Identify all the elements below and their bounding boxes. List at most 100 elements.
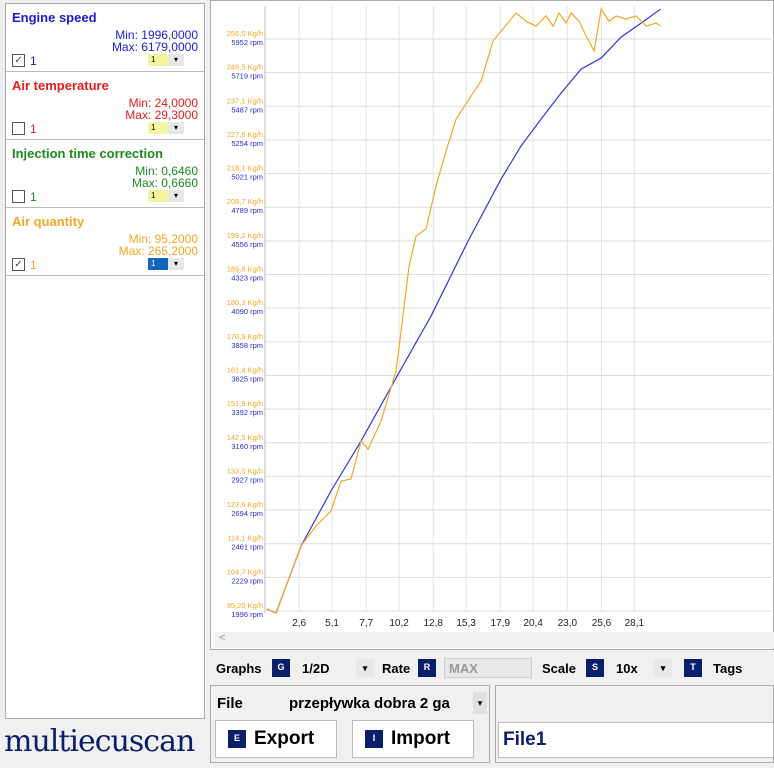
scale-select[interactable]: 10x — [616, 661, 638, 676]
channel-number: 1 — [30, 258, 37, 272]
chart-panel: 95,20 Kg/h 1996 rpm 104,7 Kg/h 2229 rpm 114,… — [210, 0, 774, 650]
channel-1: Air temperature Min: 24,0000 Max: 29,3000… — [6, 72, 204, 140]
y-tick-rpm: 4556 rpm — [231, 240, 263, 249]
y-tick-rpm: 3858 rpm — [231, 341, 263, 350]
y-tick-rpm: 4323 rpm — [231, 274, 263, 283]
channel-3: Air quantity Min: 95,2000 Max: 265,2000 ✓… — [6, 208, 204, 276]
rate-key[interactable]: R — [418, 659, 436, 677]
channel-max: Max: 29,3000 — [125, 108, 198, 122]
chevron-down-icon: ▾ — [168, 258, 184, 270]
y-tick-rpm: 3392 rpm — [231, 408, 263, 417]
channel-checkbox[interactable]: ✓ — [12, 258, 25, 271]
x-tick-label: 5,1 — [325, 618, 339, 629]
channel-name: Air temperature — [12, 78, 109, 93]
y-tick-rpm: 2229 rpm — [231, 576, 263, 585]
scroll-left-arrow[interactable]: < — [219, 632, 225, 644]
channel-name: Engine speed — [12, 10, 97, 25]
y-tick-kgh: 218,1 Kg/h — [227, 164, 263, 173]
y-tick-kgh: 227,6 Kg/h — [227, 130, 263, 139]
x-tick-label: 2,6 — [292, 618, 306, 629]
file-select[interactable]: przepływka dobra 2 ga — [289, 695, 471, 712]
y-tick-kgh: 142,5 Kg/h — [227, 433, 263, 442]
y-tick-rpm: 2927 rpm — [231, 475, 263, 484]
channel-number: 1 — [30, 122, 37, 136]
y-tick-kgh: 237,1 Kg/h — [227, 96, 263, 105]
channel-number: 1 — [30, 190, 37, 204]
y-tick-kgh: 189,8 Kg/h — [227, 265, 263, 274]
x-tick-label: 17,9 — [491, 618, 511, 629]
channel-select[interactable]: 1 ▾ — [148, 122, 188, 134]
y-tick-kgh: 199,2 Kg/h — [227, 231, 263, 240]
channel-checkbox[interactable] — [12, 122, 25, 135]
x-tick-label: 28,1 — [625, 618, 645, 629]
tags-label[interactable]: Tags — [713, 661, 742, 676]
graphs-dropdown-arrow[interactable]: ▾ — [356, 659, 374, 677]
x-tick-label: 25,6 — [592, 618, 612, 629]
channel-select-value: 1 — [148, 258, 168, 270]
x-tick-label: 12,8 — [424, 618, 444, 629]
y-tick-kgh: 256,0 Kg/h — [227, 29, 263, 38]
y-tick-rpm: 3160 rpm — [231, 442, 263, 451]
export-button[interactable]: E Export — [215, 720, 337, 758]
chart: 95,20 Kg/h1996 rpm 104,7 Kg/h2229 rpm 114,… — [227, 6, 774, 629]
x-tick-label: 7,7 — [359, 618, 373, 629]
y-tick-rpm: 4090 rpm — [231, 307, 263, 316]
y-tick-rpm: 3625 rpm — [231, 374, 263, 383]
import-button[interactable]: I Import — [352, 720, 474, 758]
y-tick-rpm: 5952 rpm — [231, 38, 263, 47]
channel-max: Max: 6179,0000 — [111, 40, 198, 54]
channel-select-value: 1 — [148, 190, 168, 202]
scale-dropdown-arrow[interactable]: ▾ — [654, 659, 672, 677]
import-label: Import — [391, 728, 451, 749]
y-tick-kgh: 180,3 Kg/h — [227, 298, 263, 307]
channel-max: Max: 265,2000 — [118, 244, 198, 258]
y-tick-rpm: 4789 rpm — [231, 206, 263, 215]
y-tick-rpm: 5487 rpm — [231, 105, 263, 114]
channel-2: Injection time correction Min: 0,6460 Max… — [6, 140, 204, 208]
channel-checkbox[interactable] — [12, 190, 25, 203]
y-tick-kgh: 95,20 Kg/h — [227, 601, 263, 610]
y-tick-kgh: 208,7 Kg/h — [227, 197, 263, 206]
y-tick-kgh: 104,7 Kg/h — [227, 567, 263, 576]
y-tick-kgh: 133,0 Kg/h — [227, 466, 263, 475]
y-tick-kgh: 161,4 Kg/h — [227, 365, 263, 374]
channel-0: Engine speed Min: 1996,0000 Max: 6179,000… — [6, 4, 204, 72]
x-tick-label: 15,3 — [456, 618, 476, 629]
import-key: I — [365, 729, 383, 748]
channel-max: Max: 0,6660 — [131, 176, 198, 190]
rate-label: Rate — [382, 661, 411, 676]
file-dropdown-arrow[interactable]: ▾ — [473, 692, 487, 714]
channel-panel: Engine speed Min: 1996,0000 Max: 6179,000… — [5, 3, 205, 719]
export-key: E — [228, 729, 246, 748]
channel-name: Air quantity — [12, 214, 85, 229]
graphs-label: Graphs — [216, 661, 262, 676]
y-tick-rpm: 5021 rpm — [231, 173, 263, 182]
tags-key[interactable]: T — [684, 659, 702, 677]
channel-select-value: 1 — [148, 122, 168, 134]
y-tick-kgh: 114,1 Kg/h — [227, 534, 263, 543]
y-tick-rpm: 5254 rpm — [231, 139, 263, 148]
y-tick-rpm: 5719 rpm — [231, 72, 263, 81]
channel-number: 1 — [30, 54, 37, 68]
logo: multiecuscan — [4, 724, 195, 759]
chevron-down-icon: ▾ — [168, 190, 184, 202]
channel-checkbox[interactable]: ✓ — [12, 54, 25, 67]
channel-select[interactable]: 1 ▾ — [148, 54, 188, 66]
channel-select[interactable]: 1 ▾ — [148, 258, 188, 270]
y-tick-rpm: 1996 rpm — [231, 610, 263, 619]
y-tick-rpm: 2694 rpm — [231, 509, 263, 518]
x-tick-label: 23,0 — [558, 618, 578, 629]
file-name-field[interactable]: File1 — [498, 722, 774, 758]
y-tick-rpm: 2461 rpm — [231, 543, 263, 552]
rate-select[interactable]: MAX — [444, 658, 532, 678]
graphs-select[interactable]: 1/2D — [302, 661, 329, 676]
scale-key[interactable]: S — [586, 659, 604, 677]
graphs-key[interactable]: G — [272, 659, 290, 677]
chevron-down-icon: ▾ — [168, 122, 184, 134]
channel-select-value: 1 — [148, 54, 168, 66]
x-tick-label: 10,2 — [389, 618, 409, 629]
channel-select[interactable]: 1 ▾ — [148, 190, 188, 202]
y-tick-kgh: 123,6 Kg/h — [227, 500, 263, 509]
horizontal-scrollbar[interactable]: < — [215, 632, 774, 648]
toolbar: Graphs G 1/2D ▾ Rate R MAX Scale S 10x ▾… — [210, 656, 774, 682]
